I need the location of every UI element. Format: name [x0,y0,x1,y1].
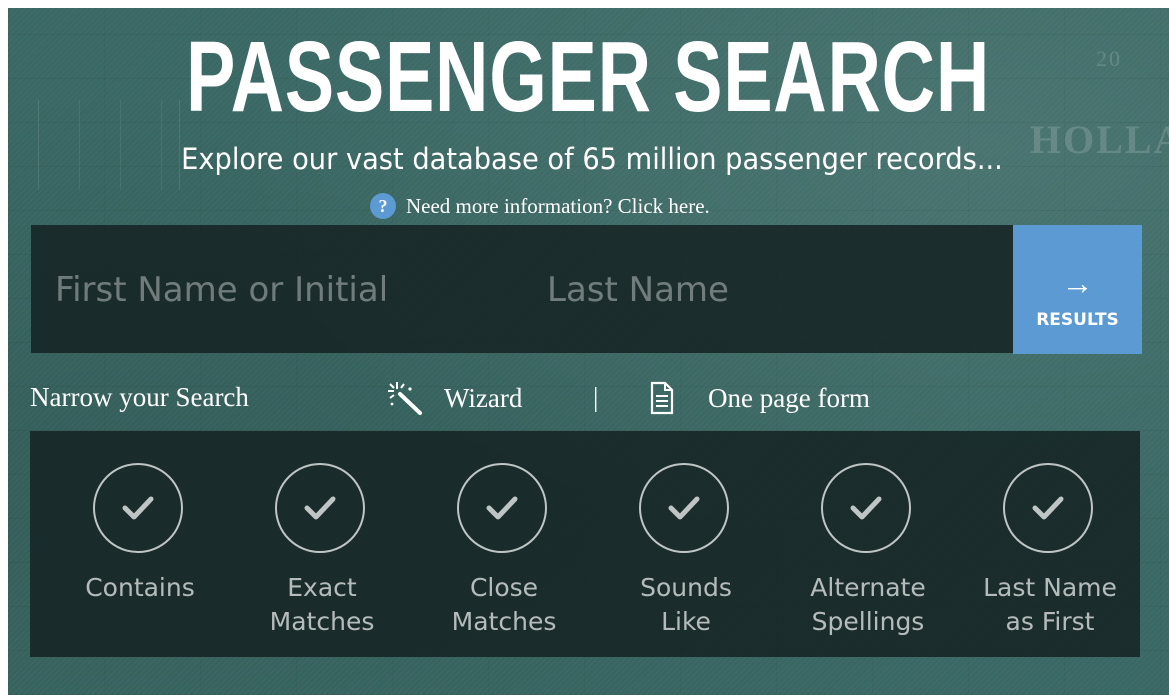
search-bar [31,225,1014,353]
checkbox-circle[interactable] [275,463,365,553]
checkbox-circle[interactable] [639,463,729,553]
option-label-line2: Spellings [811,607,925,636]
option-label-line1: Close [469,573,539,602]
last-name-input[interactable] [547,263,997,317]
option-label-line1: Last Name [983,573,1117,602]
checkmark-icon [850,496,882,520]
search-options-panel: Contains Exact Matches Close Matches Sou… [30,431,1140,657]
checkbox-circle[interactable] [457,463,547,553]
page-subtitle: Explore our vast database of 65 million … [181,142,1003,176]
option-label-line2: as First [1005,607,1095,636]
option-sounds-like[interactable]: Sounds Like [596,431,776,657]
option-label: Alternate Spellings [778,571,958,639]
option-label-line2: Matches [451,607,557,636]
option-label-line1: Sounds [640,573,732,602]
option-label: Last Name as First [960,571,1140,639]
divider: | [593,382,599,412]
option-label: Contains [50,571,230,605]
wizard-link[interactable]: Wizard [386,378,522,418]
help-link-label: Need more information? Click here. [406,193,710,218]
first-name-input[interactable] [55,263,505,317]
checkbox-circle[interactable] [821,463,911,553]
document-icon [650,381,674,415]
option-contains[interactable]: Contains [50,431,230,657]
option-close-matches[interactable]: Close Matches [414,431,594,657]
one-page-form-label: One page form [708,382,870,413]
checkmark-icon [486,496,518,520]
magic-wand-icon [388,382,422,415]
option-label-line2: Like [661,607,711,636]
narrow-search-label: Narrow your Search [30,382,249,412]
narrow-search-row: Narrow your Search Wizard | One page for… [30,376,1130,420]
checkmark-icon [1032,496,1064,520]
option-label: Exact Matches [232,571,412,639]
option-last-name-as-first[interactable]: Last Name as First [960,431,1140,657]
checkmark-icon [304,496,336,520]
question-circle-icon: ? [370,193,396,219]
option-exact-matches[interactable]: Exact Matches [232,431,412,657]
one-page-form-link[interactable]: One page form [650,378,870,418]
wizard-label: Wizard [444,382,523,413]
checkmark-icon [122,496,154,520]
option-label: Close Matches [414,571,594,639]
help-link[interactable]: ? Need more information? Click here. [370,189,710,223]
option-label-line1: Exact [287,573,357,602]
page-title: PASSENGER SEARCH [185,21,991,133]
option-label-line1: Contains [85,573,195,602]
option-alternate-spellings[interactable]: Alternate Spellings [778,431,958,657]
checkbox-circle[interactable] [1003,463,1093,553]
checkbox-circle[interactable] [93,463,183,553]
option-label-line2: Matches [269,607,375,636]
results-button[interactable]: → RESULTS [1013,225,1142,354]
arrow-right-icon: → [1061,265,1094,301]
option-label-line1: Alternate [810,573,926,602]
checkmark-icon [668,496,700,520]
background-ledger-texture: 20 [1096,46,1122,71]
results-label: RESULTS [1036,310,1119,330]
option-label: Sounds Like [596,571,776,639]
